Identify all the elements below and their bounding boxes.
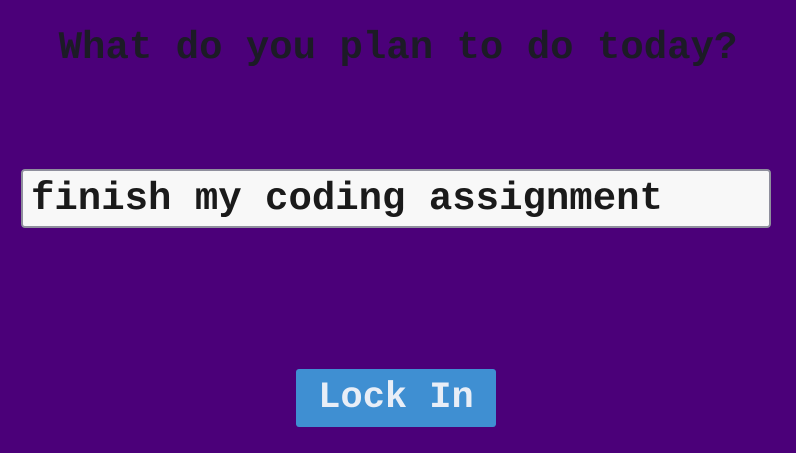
app-page: What do you plan to do today? Lock In: [0, 0, 796, 453]
task-input[interactable]: [21, 169, 771, 228]
lock-in-button[interactable]: Lock In: [296, 369, 496, 427]
prompt-heading: What do you plan to do today?: [58, 26, 738, 70]
